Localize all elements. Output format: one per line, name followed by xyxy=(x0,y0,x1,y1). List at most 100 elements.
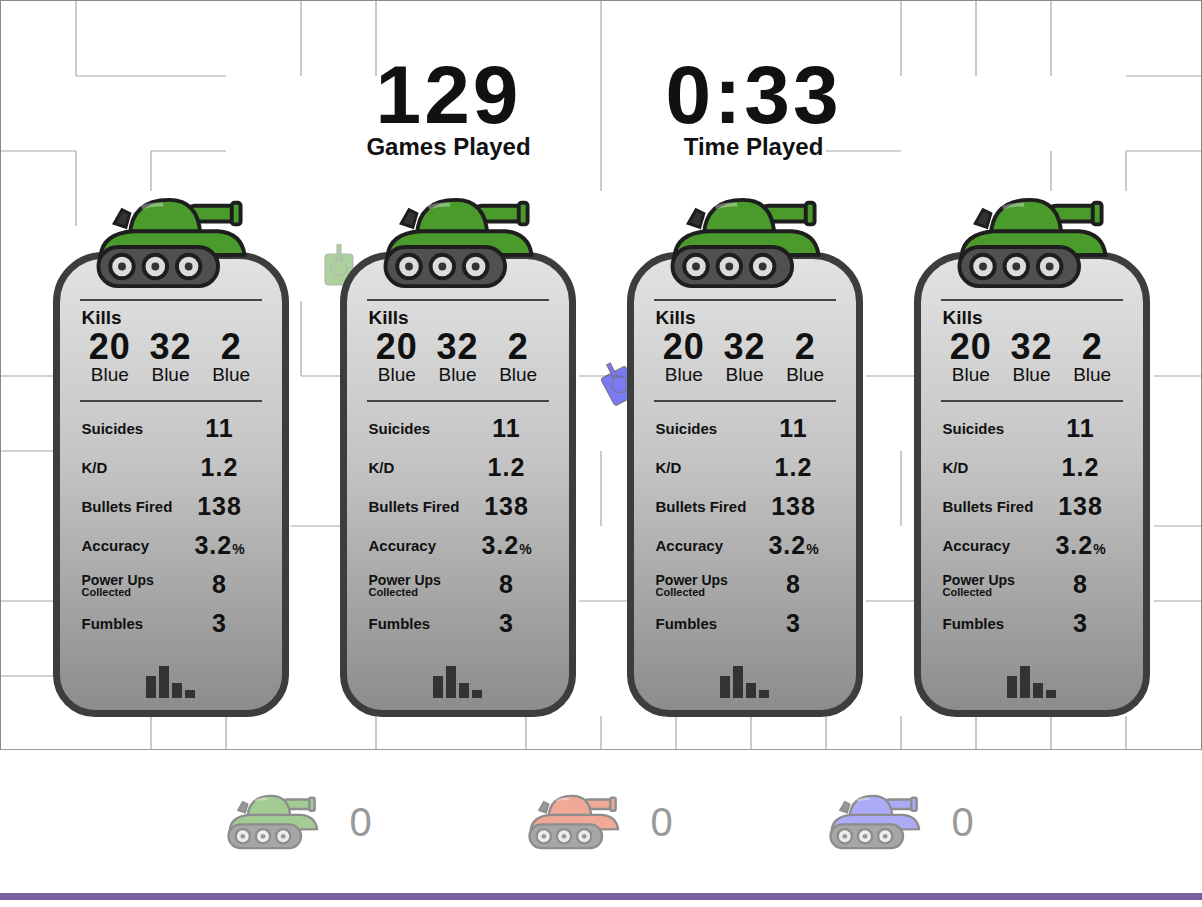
divider xyxy=(654,299,836,301)
time-played-value: 0:33 xyxy=(624,56,884,134)
kills-list: 20Blue32Blue2Blue xyxy=(941,329,1123,386)
tank-icon xyxy=(92,194,250,292)
kill-count: 32 xyxy=(714,329,775,365)
kill-entry: 20Blue xyxy=(654,329,715,386)
stat-row: Bullets Fired138 xyxy=(654,487,836,526)
stat-label: Accuracy xyxy=(941,538,1039,554)
stat-value: 3.2% xyxy=(178,533,262,558)
kill-victim: Blue xyxy=(654,365,715,386)
stat-number: 1.2 xyxy=(201,453,239,481)
stat-number: 8 xyxy=(786,570,801,598)
stat-label-text: Fumbles xyxy=(943,615,1005,632)
bar-chart-icon[interactable] xyxy=(433,666,482,698)
stat-value: 1.2 xyxy=(465,455,549,480)
stat-label-text: Accuracy xyxy=(369,537,437,554)
stat-label-text: Suicides xyxy=(943,420,1005,437)
stat-value: 3.2% xyxy=(752,533,836,558)
stat-value: 11 xyxy=(178,416,262,441)
score-entry: 0 xyxy=(526,792,677,852)
stat-number: 1.2 xyxy=(488,453,526,481)
kill-victim: Blue xyxy=(1062,365,1123,386)
stat-number: 8 xyxy=(212,570,227,598)
tank-icon xyxy=(526,792,621,852)
stat-number: 1.2 xyxy=(775,453,813,481)
stat-label-text: Power Ups xyxy=(656,572,728,588)
stats-list: Suicides11K/D1.2Bullets Fired138Accuracy… xyxy=(80,409,262,643)
stat-label: Fumbles xyxy=(367,616,465,632)
kills-list: 20Blue32Blue2Blue xyxy=(80,329,262,386)
kill-entry: 2Blue xyxy=(1062,329,1123,386)
stat-unit: % xyxy=(806,541,818,557)
stat-value: 138 xyxy=(465,494,549,519)
stat-row: Suicides11 xyxy=(80,409,262,448)
time-played-label: Time Played xyxy=(624,134,884,160)
kill-entry: 32Blue xyxy=(140,329,201,386)
stat-label-text: Power Ups xyxy=(943,572,1015,588)
stat-number: 138 xyxy=(1058,492,1103,520)
kill-count: 2 xyxy=(775,329,836,365)
kills-list: 20Blue32Blue2Blue xyxy=(367,329,549,386)
kill-entry: 2Blue xyxy=(201,329,262,386)
kill-victim: Blue xyxy=(488,365,549,386)
stat-label: Fumbles xyxy=(941,616,1039,632)
stat-label: Bullets Fired xyxy=(654,499,752,515)
stat-row: Accuracy3.2% xyxy=(941,526,1123,565)
kill-victim: Blue xyxy=(140,365,201,386)
stat-value: 8 xyxy=(465,572,549,597)
stat-label-text: Accuracy xyxy=(943,537,1011,554)
bar-chart-icon[interactable] xyxy=(720,666,769,698)
stat-row: Fumbles3 xyxy=(654,604,836,643)
kill-count: 2 xyxy=(488,329,549,365)
stats-list: Suicides11K/D1.2Bullets Fired138Accuracy… xyxy=(941,409,1123,643)
player-column: Kills20Blue32Blue2BlueSuicides11K/D1.2Bu… xyxy=(53,194,289,717)
game-area: 129Games Played0:33Time PlayedKills20Blu… xyxy=(0,0,1202,750)
stat-row: Fumbles 3 xyxy=(367,604,549,643)
kills-title: Kills xyxy=(941,307,1123,329)
player-stats-card: Kills20Blue32Blue2BlueSuicides11K/D1.2Bu… xyxy=(340,252,576,717)
stat-label: Accuracy xyxy=(654,538,752,554)
divider xyxy=(941,400,1123,402)
kill-victim: Blue xyxy=(775,365,836,386)
stat-number: 138 xyxy=(197,492,242,520)
kill-entry: 2Blue xyxy=(775,329,836,386)
stat-label: K/D xyxy=(367,460,465,476)
player-stats-card: Kills20Blue32Blue2BlueSuicides11K/D1.2Bu… xyxy=(627,252,863,717)
stat-label: Suicides xyxy=(654,421,752,437)
kill-victim: Blue xyxy=(427,365,488,386)
stat-label-text: Bullets Fired xyxy=(943,498,1034,515)
stat-number: 1.2 xyxy=(1062,453,1100,481)
kill-victim: Blue xyxy=(1001,365,1062,386)
score-entry: 0 xyxy=(225,792,376,852)
stat-row: Suicides11 xyxy=(654,409,836,448)
stat-number: 3.2 xyxy=(768,531,806,559)
stat-row: Power UpsCollected 8 xyxy=(654,565,836,604)
player-column: Kills20Blue32Blue2BlueSuicides11K/D1.2Bu… xyxy=(914,194,1150,717)
stat-row: Power UpsCollected8 xyxy=(80,565,262,604)
stat-label-text: Fumbles xyxy=(82,615,144,632)
scoreboard: 000 xyxy=(0,750,1202,900)
kill-count: 20 xyxy=(367,329,428,365)
stat-label: Suicides xyxy=(367,421,465,437)
kills-title: Kills xyxy=(80,307,262,329)
kill-count: 20 xyxy=(941,329,1002,365)
stat-number: 11 xyxy=(1066,414,1094,442)
stat-number: 3.2 xyxy=(1055,531,1093,559)
kill-entry: 20Blue xyxy=(367,329,428,386)
stat-label: Power UpsCollected xyxy=(654,572,752,598)
stats-list: Suicides11K/D1.2Bullets Fired138Accuracy… xyxy=(654,409,836,643)
stat-row: Bullets Fired 138 xyxy=(941,487,1123,526)
stat-label: K/D xyxy=(80,460,178,476)
kill-entry: 2Blue xyxy=(488,329,549,386)
stat-number: 3 xyxy=(499,609,514,637)
stat-value: 8 xyxy=(178,572,262,597)
stat-label-text: Suicides xyxy=(656,420,718,437)
stat-label: Bullets Fired xyxy=(941,499,1039,515)
kill-entry: 20Blue xyxy=(941,329,1002,386)
stat-value: 3 xyxy=(1039,611,1123,636)
bar-chart-icon[interactable] xyxy=(146,666,195,698)
stat-value: 138 xyxy=(178,494,262,519)
stat-value: 11 xyxy=(1039,416,1123,441)
stat-row: Bullets Fired138 xyxy=(367,487,549,526)
bar-chart-icon[interactable] xyxy=(1007,666,1056,698)
stat-row: K/D 1.2 xyxy=(80,448,262,487)
